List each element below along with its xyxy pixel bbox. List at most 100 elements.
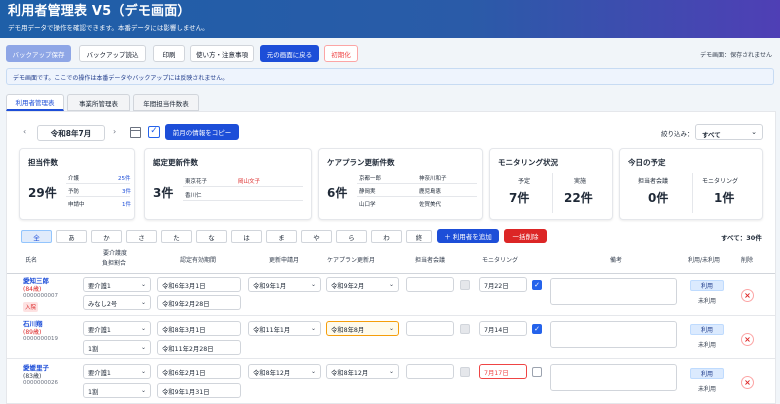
kana-filter-all[interactable]: 全 — [21, 230, 52, 243]
monitoring-card: モニタリング状況 予定 7件 実施 22件 — [489, 148, 613, 220]
today-monitoring: 1件 — [714, 191, 735, 205]
calendar-icon[interactable] — [130, 127, 141, 138]
unuse-button[interactable]: 未利用 — [690, 295, 724, 306]
careplan-renewal-name: 鹿児島恵 — [419, 189, 442, 195]
add-user-button[interactable]: ＋ 利用者を追加 — [437, 229, 499, 243]
today-meeting-label: 担当者会議 — [638, 178, 669, 185]
user-age: (84歳) — [23, 286, 42, 293]
cert-renewal-name: 岡山文子 — [238, 179, 261, 185]
burden-select[interactable]: みなし2号 ⌄ — [83, 295, 151, 310]
care-level-select[interactable]: 要介護1 ⌄ — [83, 364, 151, 379]
unuse-button[interactable]: 未利用 — [690, 383, 724, 394]
meeting-input[interactable] — [406, 321, 454, 336]
kana-filter-ya[interactable]: や — [301, 230, 332, 243]
kana-filter-na[interactable]: な — [196, 230, 227, 243]
monitoring-checkbox[interactable] — [532, 367, 542, 377]
kana-filter-ta[interactable]: た — [161, 230, 192, 243]
delete-row-button[interactable]: × — [741, 376, 754, 389]
usage-notes-button[interactable]: 使い方・注意事項 — [190, 45, 254, 62]
col-renewal-month: 更新申請月 — [269, 257, 300, 264]
cert-end-input[interactable]: 令和11年2月28日 — [157, 340, 241, 355]
caseload-card: 担当件数 29件 介護 25件 予防 3件 申請中 1件 — [19, 148, 135, 220]
kana-filter-a[interactable]: あ — [56, 230, 87, 243]
cert-end-input[interactable]: 令和9年2月28日 — [157, 295, 241, 310]
memo-textarea[interactable] — [550, 321, 677, 348]
prev-month-button[interactable]: ‹ — [23, 127, 26, 136]
chevron-down-icon: ⌄ — [140, 325, 146, 332]
care-level-select[interactable]: 要介護1 ⌄ — [83, 277, 151, 292]
kana-filter-end[interactable]: 終 — [406, 230, 432, 243]
unuse-button[interactable]: 未利用 — [690, 339, 724, 350]
memo-textarea[interactable] — [550, 278, 677, 305]
chevron-down-icon: ⌄ — [140, 299, 146, 306]
meeting-input[interactable] — [406, 364, 454, 379]
monitoring-input[interactable]: 7月14日 — [479, 321, 527, 336]
use-button[interactable]: 利用 — [690, 368, 724, 379]
backup-save-button[interactable]: バックアップ保存 — [6, 45, 71, 62]
backup-load-button[interactable]: バックアップ読込 — [79, 45, 146, 62]
kana-filter-ma[interactable]: ま — [266, 230, 297, 243]
month-display: 令和8年7月 — [37, 125, 105, 141]
kana-filter-sa[interactable]: さ — [126, 230, 157, 243]
bulk-delete-button[interactable]: 一括削除 — [504, 229, 547, 243]
delete-row-button[interactable]: × — [741, 333, 754, 346]
kana-filter-ha[interactable]: は — [231, 230, 262, 243]
cert-renewal-title: 認定更新件数 — [153, 158, 198, 167]
plan-month-select[interactable]: 令和8年8月 ⌄ — [326, 321, 399, 336]
chevron-down-icon: ⌄ — [140, 368, 146, 375]
renewal-month-value: 令和11年1月 — [253, 327, 291, 334]
renewal-month-value: 令和8年12月 — [253, 370, 291, 377]
monitoring-input[interactable]: 7月22日 — [479, 277, 527, 292]
renewal-month-select[interactable]: 令和9年1月 ⌄ — [248, 277, 321, 292]
cert-end-input[interactable]: 令和9年1月31日 — [157, 383, 241, 398]
cert-start-input[interactable]: 令和6年3月1日 — [157, 277, 241, 292]
meeting-input[interactable] — [406, 277, 454, 292]
renewal-month-select[interactable]: 令和8年12月 ⌄ — [248, 364, 321, 379]
meeting-checkbox[interactable] — [460, 324, 470, 334]
use-button[interactable]: 利用 — [690, 324, 724, 335]
tab-office-management[interactable]: 事業所管理表 — [67, 94, 130, 111]
app-title: 利用者管理表 V5（デモ画面） — [8, 4, 191, 19]
print-button[interactable]: 印刷 — [153, 45, 185, 62]
filter-select[interactable]: すべて ⌄ — [695, 124, 763, 140]
caseload-label-prevent: 予防 — [68, 189, 80, 195]
care-level-select[interactable]: 要介護1 ⌄ — [83, 321, 151, 336]
monitoring-checkbox[interactable]: ✓ — [532, 280, 542, 290]
chevron-down-icon: ⌄ — [310, 281, 316, 288]
demo-notice: デモ画面です。ここでの操作は本番データやバックアップには反映されません。 — [6, 68, 774, 85]
renewal-month-select[interactable]: 令和11年1月 ⌄ — [248, 321, 321, 336]
cert-start-input[interactable]: 令和6年2月1日 — [157, 364, 241, 379]
today-meeting: 0件 — [648, 191, 669, 205]
plan-month-select[interactable]: 令和8年12月 ⌄ — [326, 364, 399, 379]
meeting-checkbox[interactable] — [460, 280, 470, 290]
burden-select[interactable]: 1割 ⌄ — [83, 383, 151, 398]
use-button[interactable]: 利用 — [690, 280, 724, 291]
tab-user-management[interactable]: 利用者管理表 — [6, 94, 64, 111]
initialize-button[interactable]: 初期化 — [324, 45, 358, 62]
burden-select[interactable]: 1割 ⌄ — [83, 340, 151, 355]
monitoring-checkbox[interactable]: ✓ — [532, 324, 542, 334]
cert-renewal-total: 3件 — [153, 186, 174, 200]
col-plan-update-month: ケアプラン更新月 — [327, 257, 376, 264]
delete-row-button[interactable]: × — [741, 289, 754, 302]
next-month-button[interactable]: › — [113, 127, 116, 136]
kana-filter-wa[interactable]: わ — [371, 230, 402, 243]
copy-prev-month-button[interactable]: 前月の情報をコピー — [165, 124, 239, 140]
checkbox-icon[interactable]: ✓ — [148, 126, 160, 138]
caseload-total: 29件 — [28, 186, 57, 200]
col-meeting: 担当者会議 — [415, 257, 446, 264]
col-care-level: 要介護度 — [103, 250, 128, 257]
back-to-original-button[interactable]: 元の画面に戻る — [260, 45, 319, 62]
meeting-checkbox[interactable] — [460, 367, 470, 377]
memo-textarea[interactable] — [550, 364, 677, 391]
plan-month-select[interactable]: 令和9年2月 ⌄ — [326, 277, 399, 292]
cert-renewal-name: 香川仁 — [185, 193, 202, 199]
user-number: 0000000026 — [23, 380, 58, 386]
kana-filter-ra[interactable]: ら — [336, 230, 367, 243]
tab-annual-caseload[interactable]: 年間担当件数表 — [133, 94, 199, 111]
monitoring-input[interactable]: 7月17日 — [479, 364, 527, 379]
kana-filter-ka[interactable]: か — [91, 230, 122, 243]
caseload-title: 担当件数 — [28, 158, 58, 167]
chevron-down-icon: ⌄ — [751, 128, 757, 136]
cert-start-input[interactable]: 令和8年3月1日 — [157, 321, 241, 336]
